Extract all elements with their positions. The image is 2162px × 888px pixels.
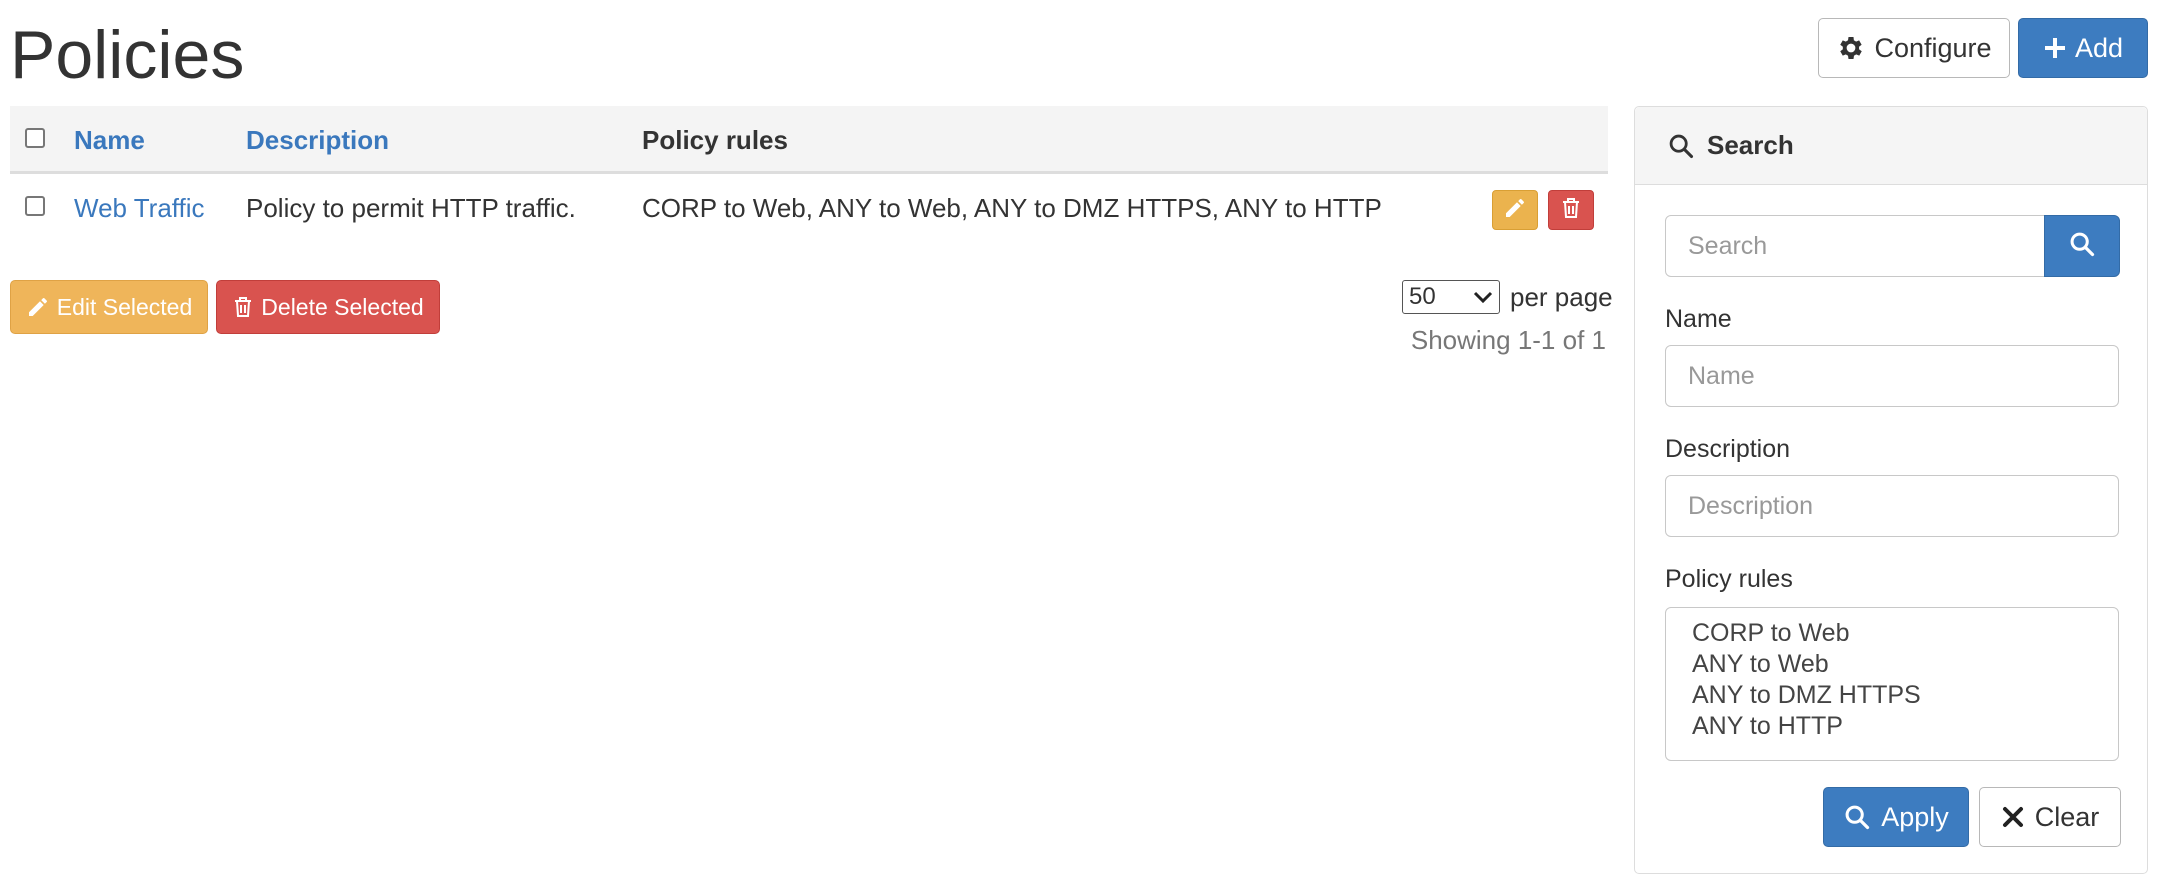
configure-label: Configure (1874, 32, 1992, 63)
pencil-icon (1503, 196, 1527, 225)
policy-rules-cell: CORP to Web, ANY to Web, ANY to DMZ HTTP… (642, 192, 1382, 223)
policy-description: Policy to permit HTTP traffic. (246, 192, 576, 223)
clear-button[interactable]: Clear (1979, 787, 2121, 847)
row-delete-button[interactable] (1548, 190, 1594, 230)
per-page-label: per page (1510, 281, 1613, 312)
policy-rule-option[interactable]: CORP to Web (1692, 618, 2118, 649)
search-panel-header: Search (1635, 107, 2147, 185)
plus-icon (2043, 36, 2067, 60)
per-page-control: 50 per page (1402, 280, 1613, 314)
search-panel-title: Search (1707, 130, 1794, 160)
select-all-checkbox[interactable] (25, 128, 45, 148)
per-page-value: 50 (1409, 283, 1436, 310)
description-field[interactable]: Description (1665, 475, 2119, 537)
add-label: Add (2074, 32, 2124, 63)
search-icon (2068, 230, 2096, 263)
gear-icon (1836, 33, 1866, 63)
column-header-description[interactable]: Description (246, 106, 389, 174)
search-submit-button[interactable] (2044, 215, 2120, 277)
table-row: Web Traffic Policy to permit HTTP traffi… (10, 174, 1608, 242)
apply-button[interactable]: Apply (1823, 787, 1969, 847)
clear-label: Clear (2034, 801, 2100, 832)
search-icon (1667, 132, 1695, 160)
edit-selected-label: Edit Selected (56, 293, 193, 320)
search-panel: Search Search Name Name Description Desc… (1634, 106, 2148, 874)
delete-selected-button[interactable]: Delete Selected (216, 280, 440, 334)
policy-name-link[interactable]: Web Traffic (74, 174, 205, 242)
per-page-select[interactable]: 50 (1402, 280, 1500, 314)
name-field[interactable]: Name (1665, 345, 2119, 407)
policy-rules-multiselect[interactable]: CORP to Web ANY to Web ANY to DMZ HTTPS … (1665, 607, 2119, 761)
column-header-policy-rules: Policy rules (642, 124, 788, 155)
row-edit-button[interactable] (1492, 190, 1538, 230)
name-field-label: Name (1665, 305, 1732, 333)
policy-rule-option[interactable]: ANY to Web (1692, 649, 2118, 680)
trash-icon (1560, 196, 1582, 225)
close-icon (2001, 805, 2025, 829)
table-header: Name Description Policy rules (10, 106, 1608, 174)
row-checkbox[interactable] (25, 196, 45, 216)
apply-label: Apply (1881, 801, 1949, 832)
delete-selected-label: Delete Selected (261, 293, 424, 320)
policy-rules-field-label: Policy rules (1665, 565, 1793, 593)
policy-rule-option[interactable]: ANY to HTTP (1692, 711, 2118, 742)
pagination-summary: Showing 1-1 of 1 (1410, 325, 1606, 355)
add-button[interactable]: Add (2018, 18, 2148, 78)
chevron-down-icon (1473, 283, 1493, 311)
search-icon (1843, 803, 1871, 831)
column-header-name[interactable]: Name (74, 106, 145, 174)
trash-icon (232, 295, 254, 319)
description-field-label: Description (1665, 435, 1791, 463)
edit-selected-button[interactable]: Edit Selected (10, 280, 208, 334)
search-input[interactable]: Search (1665, 215, 2045, 277)
policy-rule-option[interactable]: ANY to DMZ HTTPS (1692, 680, 2118, 711)
pencil-icon (26, 295, 50, 319)
page-title: Policies (10, 17, 245, 93)
configure-button[interactable]: Configure (1818, 18, 2010, 78)
